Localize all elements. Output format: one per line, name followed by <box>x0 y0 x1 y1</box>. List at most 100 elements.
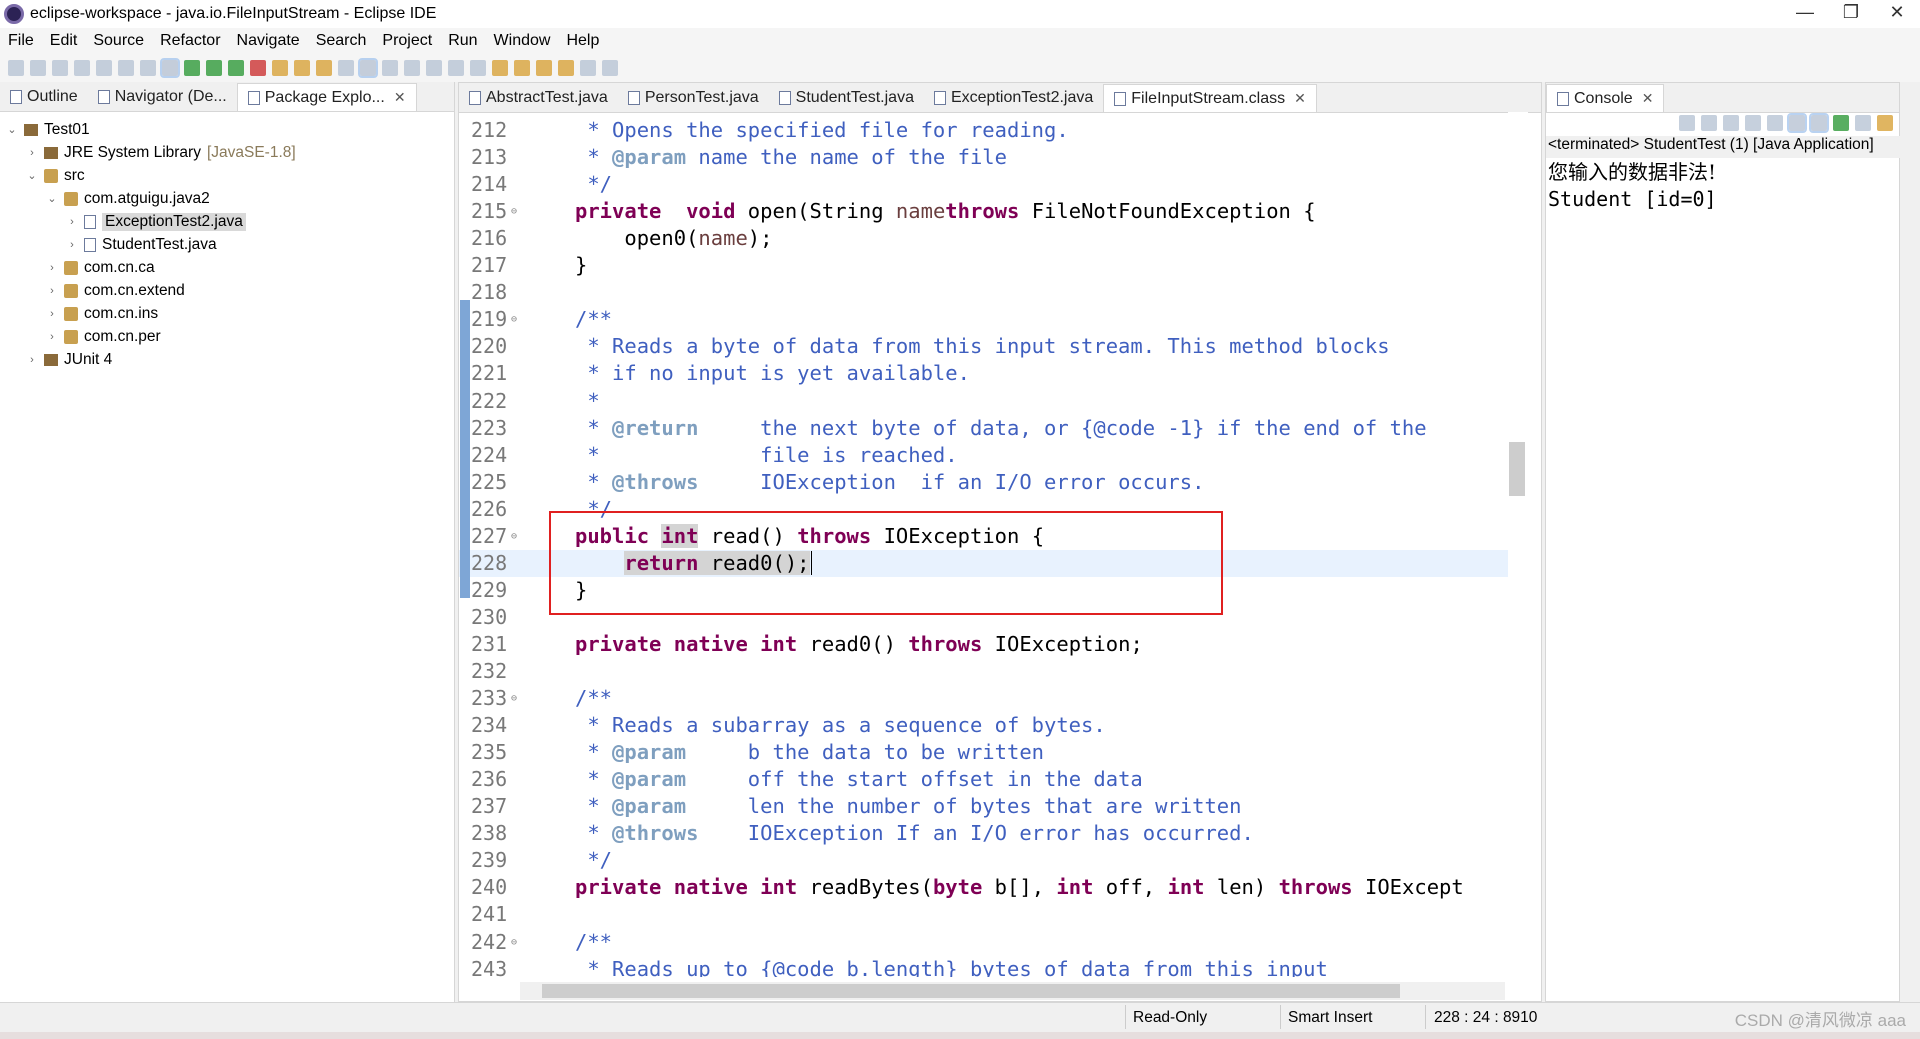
toolbar-button-icon[interactable] <box>184 59 200 76</box>
tab-package-explorer[interactable]: Package Explo... ✕ <box>236 83 417 111</box>
code-token: * <box>575 767 613 792</box>
toolbar-button-icon[interactable] <box>316 59 332 76</box>
menu-navigate[interactable]: Navigate <box>229 32 308 50</box>
show-on-stderr-icon[interactable] <box>1809 113 1829 133</box>
toolbar-button-icon[interactable] <box>338 59 354 76</box>
minimize-button[interactable]: — <box>1782 2 1828 26</box>
editor-horizontal-scroll-thumb[interactable] <box>542 984 1400 998</box>
toolbar-button-icon[interactable] <box>580 59 596 76</box>
tab-outline[interactable]: Outline <box>0 83 88 111</box>
toolbar-button-icon[interactable] <box>96 59 112 76</box>
chevron-right-icon[interactable]: › <box>26 354 38 366</box>
menu-window[interactable]: Window <box>486 32 559 50</box>
editor-tab[interactable]: StudentTest.java <box>769 84 924 112</box>
tree-item[interactable]: › ExceptionTest2.java <box>0 210 454 233</box>
menu-search[interactable]: Search <box>308 32 375 50</box>
editor-tab[interactable]: PersonTest.java <box>618 84 769 112</box>
tree-item[interactable]: › JRE System Library [JavaSE-1.8] <box>0 141 454 164</box>
menu-refactor[interactable]: Refactor <box>152 32 228 50</box>
toolbar-button-icon[interactable] <box>426 59 442 76</box>
toolbar-button-icon[interactable] <box>514 59 530 76</box>
chevron-right-icon[interactable]: › <box>66 216 78 228</box>
chevron-right-icon[interactable]: › <box>46 308 58 320</box>
toolbar-button-icon[interactable] <box>382 59 398 76</box>
tree-item[interactable]: › com.cn.ca <box>0 256 454 279</box>
editor-tab[interactable]: ExceptionTest2.java <box>924 84 1103 112</box>
code-line: 212 * Opens the specified file for readi… <box>459 117 1509 144</box>
fold-toggle-icon[interactable]: ⊖ <box>511 306 517 333</box>
scroll-lock-icon[interactable] <box>1767 115 1783 131</box>
tab-navigator[interactable]: Navigator (De... <box>88 83 237 111</box>
toolbar-button-icon[interactable] <box>470 59 486 76</box>
remove-launch-icon[interactable] <box>1701 115 1717 131</box>
toolbar-button-icon[interactable] <box>250 59 266 76</box>
tree-item[interactable]: › StudentTest.java <box>0 233 454 256</box>
open-console-icon[interactable] <box>1877 115 1893 131</box>
toolbar-button-icon[interactable] <box>160 57 180 78</box>
close-button[interactable]: ✕ <box>1874 2 1920 26</box>
chevron-right-icon[interactable]: › <box>26 147 38 159</box>
clear-console-icon[interactable] <box>1745 115 1761 131</box>
pin-console-icon[interactable] <box>1833 115 1849 131</box>
show-on-stdout-icon[interactable] <box>1787 113 1807 133</box>
toolbar-button-icon[interactable] <box>228 59 244 76</box>
toolbar-button-icon[interactable] <box>272 59 288 76</box>
chevron-down-icon[interactable]: ⌄ <box>26 169 38 182</box>
editor-tab[interactable]: AbstractTest.java <box>459 84 618 112</box>
toolbar-button-icon[interactable] <box>140 59 156 76</box>
menu-run[interactable]: Run <box>440 32 485 50</box>
chevron-right-icon[interactable]: › <box>66 239 78 251</box>
toolbar-button-icon[interactable] <box>602 59 618 76</box>
menu-source[interactable]: Source <box>85 32 152 50</box>
close-icon[interactable]: ✕ <box>1642 90 1654 107</box>
toolbar-button-icon[interactable] <box>294 59 310 76</box>
editor-vertical-scroll-thumb[interactable] <box>1509 442 1525 496</box>
terminate-icon[interactable] <box>1679 115 1695 131</box>
fold-toggle-icon[interactable]: ⊖ <box>511 685 517 712</box>
tree-item[interactable]: › com.cn.extend <box>0 279 454 302</box>
toolbar-button-icon[interactable] <box>558 59 574 76</box>
chevron-right-icon[interactable]: › <box>46 331 58 343</box>
toolbar-button-icon[interactable] <box>404 59 420 76</box>
editor-tab[interactable]: FileInputStream.class ✕ <box>1103 84 1317 112</box>
toolbar-button-icon[interactable] <box>52 59 68 76</box>
chevron-right-icon[interactable]: › <box>46 285 58 297</box>
code-line: 238 * @throws IOException If an I/O erro… <box>459 820 1509 847</box>
toolbar-button-icon[interactable] <box>30 59 46 76</box>
display-console-icon[interactable] <box>1855 115 1871 131</box>
menu-edit[interactable]: Edit <box>42 32 86 50</box>
tree-item[interactable]: ⌄ src <box>0 164 454 187</box>
maximize-button[interactable]: ❐ <box>1828 2 1874 26</box>
menu-project[interactable]: Project <box>374 32 440 50</box>
close-icon[interactable]: ✕ <box>1294 90 1306 107</box>
console-output[interactable]: 您输入的数据非法! Student [id=0] <box>1548 159 1717 213</box>
tree-item[interactable]: › com.cn.ins <box>0 302 454 325</box>
code-token: * <box>575 794 613 819</box>
tree-item[interactable]: › com.cn.per <box>0 325 454 348</box>
toolbar-button-icon[interactable] <box>206 59 222 76</box>
tree-item[interactable]: ⌄ Test01 <box>0 118 454 141</box>
toolbar-button-icon[interactable] <box>358 57 378 78</box>
code-text: * <box>575 388 599 415</box>
remove-all-icon[interactable] <box>1723 115 1739 131</box>
fold-toggle-icon[interactable]: ⊖ <box>511 929 517 956</box>
toolbar-button-icon[interactable] <box>118 59 134 76</box>
editor-vertical-scrollbar[interactable] <box>1508 112 1528 974</box>
toolbar-button-icon[interactable] <box>448 59 464 76</box>
close-icon[interactable]: ✕ <box>394 89 406 106</box>
tree-item-label: com.cn.ins <box>84 304 159 322</box>
tab-console[interactable]: Console ✕ <box>1546 84 1665 112</box>
toolbar-button-icon[interactable] <box>536 59 552 76</box>
fold-toggle-icon[interactable]: ⊖ <box>511 198 517 225</box>
menu-help[interactable]: Help <box>558 32 607 50</box>
chevron-down-icon[interactable]: ⌄ <box>46 192 58 205</box>
fold-toggle-icon[interactable]: ⊖ <box>511 523 517 550</box>
tree-item[interactable]: › JUnit 4 <box>0 348 454 371</box>
toolbar-button-icon[interactable] <box>74 59 90 76</box>
toolbar-button-icon[interactable] <box>8 59 24 76</box>
chevron-right-icon[interactable]: › <box>46 262 58 274</box>
menu-file[interactable]: File <box>0 32 42 50</box>
toolbar-button-icon[interactable] <box>492 59 508 76</box>
tree-item[interactable]: ⌄ com.atguigu.java2 <box>0 187 454 210</box>
chevron-down-icon[interactable]: ⌄ <box>6 123 18 136</box>
